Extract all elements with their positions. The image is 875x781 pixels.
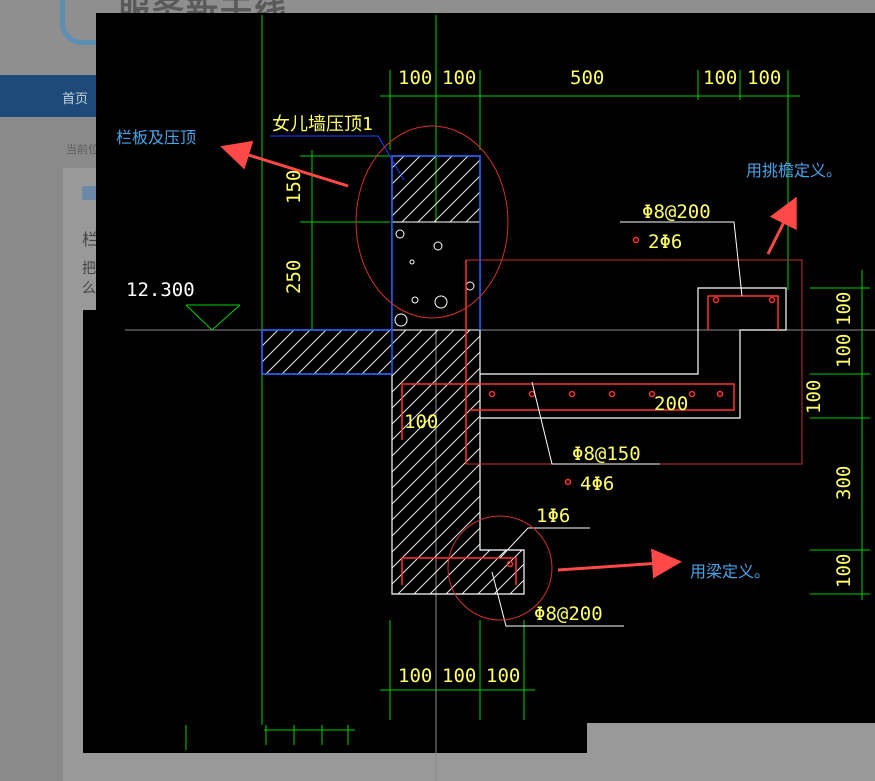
dim-right-3: 100 — [803, 380, 825, 414]
rebar-label-2: 2Φ6 — [648, 231, 682, 253]
annotation-parapet: 栏板及压顶 — [116, 128, 197, 147]
dim-right-5: 100 — [833, 554, 855, 588]
dim-label-100: 100 — [404, 411, 438, 433]
parapet-label: 女儿墙压顶1 — [272, 114, 373, 135]
dim-top-5: 100 — [747, 67, 781, 89]
dim-top-2: 100 — [442, 67, 476, 89]
rebar-label-1: Φ8@200 — [642, 201, 711, 223]
dim-left-1: 150 — [283, 170, 305, 204]
dim-bottom-3: 100 — [486, 665, 520, 687]
dim-right-4: 300 — [833, 466, 855, 500]
dim-left-2: 250 — [283, 260, 305, 294]
parapet-core — [391, 221, 481, 331]
annotation-cornice: 用挑檐定义。 — [746, 161, 843, 180]
elevation-label: 12.300 — [126, 279, 195, 301]
rebar-label-5: 1Φ6 — [536, 505, 570, 527]
dim-right-1: 100 — [833, 292, 855, 326]
cornice-selection — [465, 259, 803, 465]
cad-drawing: 100 100 500 100 100 100 100 100 150 250 … — [125, 15, 875, 781]
rebar-label-3: Φ8@150 — [572, 443, 641, 465]
dim-right-2: 100 — [833, 334, 855, 368]
cornice-outline — [480, 287, 787, 419]
annotation-beam: 用梁定义。 — [690, 562, 771, 581]
dim-top-1: 100 — [398, 67, 432, 89]
dim-bottom-1: 100 — [398, 665, 432, 687]
dim-top-4: 100 — [703, 67, 737, 89]
rebar-label-4: 4Φ6 — [580, 473, 614, 495]
dim-top-3: 500 — [570, 67, 604, 89]
dim-label-200: 200 — [654, 393, 688, 415]
dim-bottom-2: 100 — [442, 665, 476, 687]
rebar-label-6: Φ8@200 — [534, 603, 603, 625]
